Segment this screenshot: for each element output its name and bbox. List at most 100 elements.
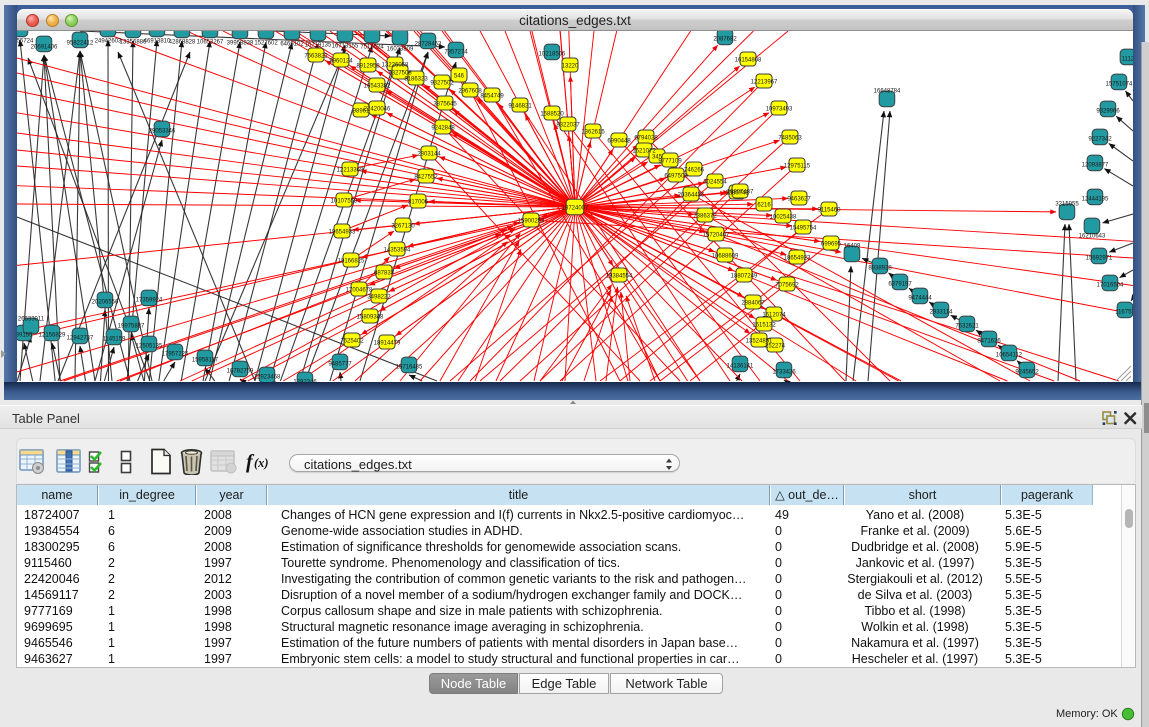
- svg-text:9146821: 9146821: [508, 104, 532, 110]
- svg-text:9777109: 9777109: [658, 159, 682, 165]
- svg-text:699695: 699695: [821, 242, 842, 248]
- svg-text:6466102: 6466102: [280, 42, 304, 48]
- svg-text:1362615: 1362615: [581, 130, 605, 136]
- svg-text:12923468: 12923468: [254, 375, 281, 381]
- svg-text:9245652: 9245652: [1015, 370, 1039, 376]
- svg-text:7357274: 7357274: [444, 50, 468, 56]
- svg-text:8427552: 8427552: [414, 175, 438, 181]
- svg-text:15958117: 15958117: [192, 358, 219, 364]
- svg-text:9327502: 9327502: [430, 81, 454, 87]
- svg-text:18724007: 18724007: [562, 206, 589, 212]
- svg-text:7632621: 7632621: [955, 324, 979, 330]
- svg-text:546: 546: [454, 74, 465, 80]
- svg-text:10688609: 10688609: [712, 254, 739, 260]
- svg-text:39155: 39155: [17, 333, 33, 339]
- svg-text:1612074: 1612074: [762, 313, 786, 319]
- svg-text:19384554: 19384554: [606, 274, 633, 280]
- svg-text:15900253: 15900253: [518, 219, 545, 225]
- svg-text:10719135: 10719135: [305, 43, 332, 49]
- svg-text:3875645: 3875645: [433, 102, 457, 108]
- svg-text:6794028: 6794028: [634, 136, 658, 142]
- svg-text:46913810: 46913810: [144, 39, 171, 45]
- svg-text:98961: 98961: [353, 109, 370, 115]
- svg-text:8471626: 8471626: [977, 339, 1001, 345]
- svg-text:16154808: 16154808: [735, 58, 762, 64]
- svg-text:29053346: 29053346: [149, 129, 176, 135]
- svg-text:12942737: 12942737: [67, 336, 94, 342]
- svg-text:12975115: 12975115: [784, 164, 811, 170]
- svg-text:1733426: 1733426: [772, 370, 796, 376]
- svg-text:8938928: 8938928: [868, 266, 892, 272]
- svg-text:10654112: 10654112: [996, 353, 1023, 359]
- svg-text:12213967: 12213967: [751, 80, 778, 86]
- svg-text:2884067: 2884067: [741, 301, 765, 307]
- svg-text:16648784: 16648784: [874, 89, 901, 95]
- svg-text:19654933: 19654933: [329, 230, 356, 236]
- svg-text:1588520: 1588520: [540, 112, 564, 118]
- svg-text:15495754: 15495754: [790, 226, 817, 232]
- svg-text:10025438: 10025438: [770, 215, 797, 221]
- svg-text:6990448: 6990448: [607, 139, 631, 145]
- svg-text:13226058: 13226058: [382, 63, 409, 69]
- svg-text:15751074: 15751074: [1106, 82, 1133, 88]
- svg-text:17957225: 17957225: [162, 352, 189, 358]
- svg-text:12156829: 12156829: [39, 333, 66, 339]
- svg-text:16033809: 16033809: [387, 47, 414, 53]
- svg-text:8186323: 8186323: [404, 77, 428, 83]
- svg-text:3267130: 3267130: [391, 224, 415, 230]
- svg-text:16713155: 16713155: [332, 44, 359, 50]
- svg-text:7485063: 7485063: [778, 136, 802, 142]
- svg-text:28728463: 28728463: [415, 42, 442, 48]
- svg-text:20364436: 20364436: [678, 193, 705, 199]
- svg-text:18914479: 18914479: [374, 341, 401, 347]
- svg-text:8322037: 8322037: [556, 123, 580, 129]
- svg-text:1615132: 1615132: [752, 323, 776, 329]
- svg-text:(x): (x): [254, 456, 269, 470]
- svg-text:9227342: 9227342: [1088, 137, 1112, 143]
- svg-text:95822412: 95822412: [67, 41, 94, 47]
- svg-text:10107553: 10107553: [331, 199, 358, 205]
- svg-text:7075692: 7075692: [775, 283, 799, 289]
- svg-text:9329966: 9329966: [1096, 109, 1120, 115]
- svg-text:39958838: 39958838: [227, 41, 254, 47]
- svg-text:9463627: 9463627: [787, 197, 811, 203]
- svg-text:6379197: 6379197: [888, 282, 912, 288]
- svg-text:6497508: 6497508: [664, 174, 688, 180]
- svg-text:26533011: 26533011: [18, 317, 45, 323]
- svg-text:9474444: 9474444: [908, 296, 932, 302]
- svg-text:9242848: 9242848: [431, 126, 455, 132]
- svg-text:1292346: 1292346: [293, 380, 317, 383]
- svg-text:15720407: 15720407: [703, 233, 730, 239]
- svg-text:19975887: 19975887: [118, 324, 145, 330]
- svg-text:10218506: 10218506: [539, 52, 566, 58]
- svg-text:2933114: 2933114: [930, 310, 954, 316]
- svg-text:8912958: 8912958: [356, 64, 380, 70]
- svg-text:12505135: 12505135: [136, 344, 163, 350]
- svg-text:3498222: 3498222: [367, 295, 391, 301]
- svg-text:42868828: 42868828: [169, 40, 196, 46]
- svg-text:7663822: 7663822: [304, 54, 328, 60]
- svg-text:17016504: 17016504: [1097, 283, 1124, 289]
- svg-text:7625402: 7625402: [340, 339, 364, 345]
- svg-text:19166825: 19166825: [338, 259, 365, 265]
- svg-text:14353594: 14353594: [384, 248, 411, 254]
- svg-text:887833: 887833: [374, 271, 395, 277]
- svg-text:9485777: 9485777: [328, 362, 352, 368]
- svg-text:15809348: 15809348: [357, 315, 384, 321]
- svg-text:12213369: 12213369: [337, 168, 364, 174]
- svg-text:16543382: 16543382: [364, 84, 391, 90]
- svg-text:18654923: 18654923: [784, 256, 811, 262]
- svg-text:7386372: 7386372: [693, 214, 717, 220]
- svg-text:17359924: 17359924: [136, 298, 163, 304]
- svg-text:10653267: 10653267: [197, 40, 224, 46]
- svg-text:8960124: 8960124: [329, 59, 353, 65]
- svg-text:20206556: 20206556: [92, 300, 119, 306]
- svg-text:24942603: 24942603: [95, 39, 122, 45]
- svg-text:12444195: 12444195: [1082, 197, 1109, 203]
- svg-text:16782759: 16782759: [227, 369, 254, 375]
- svg-text:8454749: 8454749: [480, 94, 504, 100]
- svg-text:20691406: 20691406: [31, 45, 58, 51]
- svg-text:116753: 116753: [1115, 310, 1133, 316]
- svg-text:18807249: 18807249: [731, 274, 758, 280]
- svg-text:15716485: 15716485: [396, 365, 423, 371]
